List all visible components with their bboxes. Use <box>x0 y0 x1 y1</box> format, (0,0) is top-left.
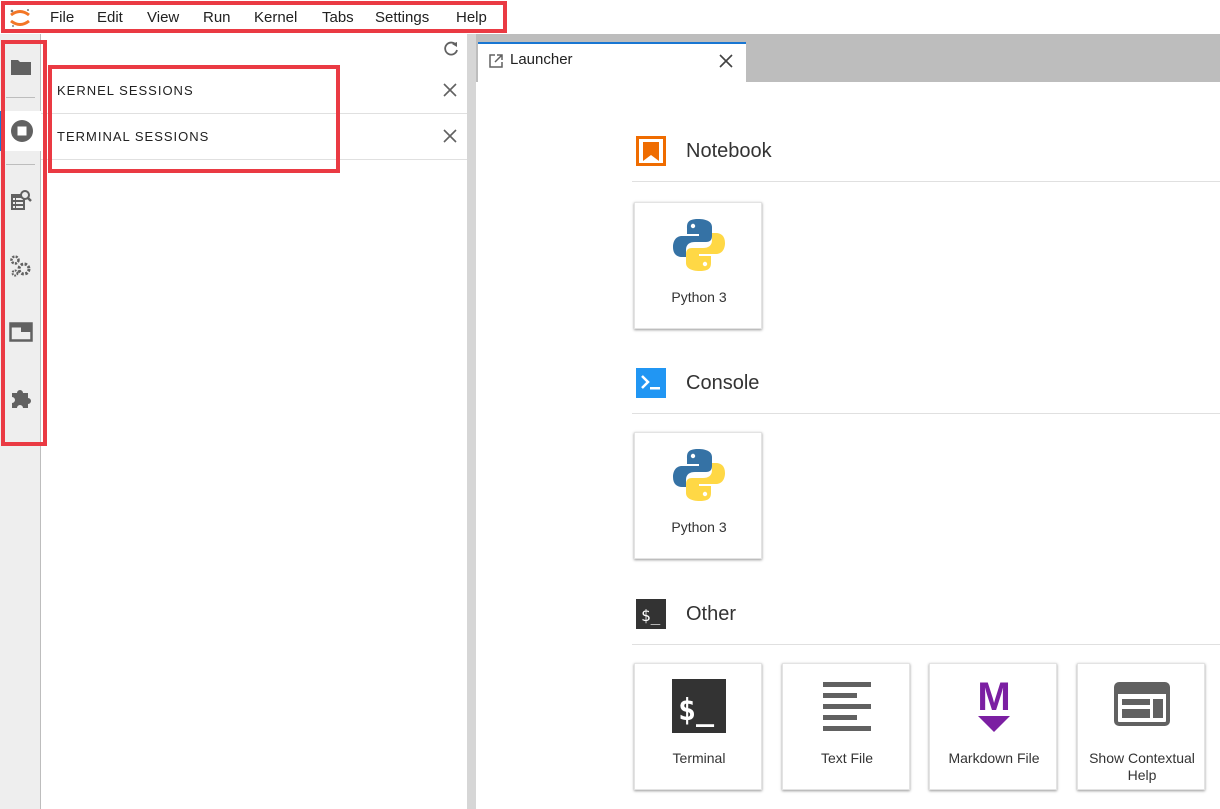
terminal-sessions-section[interactable]: TERMINAL SESSIONS <box>41 114 468 160</box>
activity-extension-manager[interactable] <box>0 378 41 418</box>
text-file-card[interactable]: Text File <box>782 663 910 790</box>
card-label: Python 3 <box>671 519 727 535</box>
notebook-section-header: Notebook <box>632 132 1220 182</box>
terminal-icon: $_ <box>672 679 726 733</box>
menu-file[interactable]: File <box>50 9 74 27</box>
notebook-python3-card[interactable]: Python 3 <box>634 202 762 329</box>
left-activity-bar <box>0 34 41 809</box>
commands-icon <box>9 255 30 277</box>
activity-file-browser[interactable] <box>0 47 41 87</box>
contextual-help-card[interactable]: Show Contextual Help <box>1077 663 1205 790</box>
menu-view[interactable]: View <box>147 9 179 27</box>
other-section-header: $_ Other <box>632 595 1220 645</box>
python-logo-icon <box>673 449 725 501</box>
console-icon <box>636 368 666 398</box>
python-logo-icon <box>673 219 725 271</box>
console-section-title: Console <box>686 372 760 394</box>
contextual-help-icon <box>1114 682 1170 726</box>
menu-tabs[interactable]: Tabs <box>322 9 354 27</box>
activity-running-sessions[interactable] <box>0 111 41 151</box>
close-icon[interactable] <box>442 128 458 144</box>
markdown-icon: M <box>977 676 1011 732</box>
menu-bar: File Edit View Run Kernel Tabs Settings … <box>0 0 1220 34</box>
menu-kernel[interactable]: Kernel <box>254 9 297 27</box>
notebook-icon <box>636 136 666 166</box>
launch-icon <box>489 54 503 68</box>
menu-run[interactable]: Run <box>203 9 231 27</box>
tab-bar: Launcher <box>476 34 1220 82</box>
terminal-icon: $_ <box>636 599 666 629</box>
close-icon[interactable] <box>718 53 734 69</box>
running-sessions-icon <box>10 120 33 142</box>
panel-splitter[interactable] <box>467 34 476 809</box>
tab-label: Launcher <box>510 51 573 68</box>
terminal-sessions-title: TERMINAL SESSIONS <box>57 129 210 144</box>
menu-help[interactable]: Help <box>456 9 487 27</box>
card-label: Python 3 <box>671 289 727 305</box>
menu-settings[interactable]: Settings <box>375 9 429 27</box>
extension-icon <box>11 390 31 408</box>
running-sessions-panel: KERNEL SESSIONS TERMINAL SESSIONS <box>41 34 468 809</box>
activity-commands[interactable] <box>0 246 41 286</box>
card-label: Show Contextual Help <box>1089 750 1195 783</box>
folder-icon <box>10 60 31 75</box>
markdown-file-card[interactable]: M Markdown File <box>929 663 1057 790</box>
activity-tabs[interactable] <box>0 312 41 352</box>
console-section-header: Console <box>632 364 1220 414</box>
text-file-icon <box>823 682 871 731</box>
console-python3-card[interactable]: Python 3 <box>634 432 762 559</box>
property-inspector-icon <box>10 190 32 210</box>
kernel-sessions-title: KERNEL SESSIONS <box>57 83 194 98</box>
kernel-sessions-section[interactable]: KERNEL SESSIONS <box>41 68 468 114</box>
card-label: Terminal <box>672 750 726 766</box>
terminal-card[interactable]: $_ Terminal <box>634 663 762 790</box>
svg-text:M: M <box>977 676 1010 719</box>
card-label: Markdown File <box>948 750 1040 766</box>
tabs-icon <box>8 322 33 342</box>
activity-property-inspector[interactable] <box>0 180 41 220</box>
card-label: Text File <box>820 750 874 766</box>
notebook-section-title: Notebook <box>686 140 772 162</box>
tab-launcher[interactable]: Launcher <box>478 42 746 82</box>
jupyter-logo-icon[interactable] <box>8 6 32 30</box>
svg-text:$_: $_ <box>641 606 661 625</box>
refresh-icon[interactable] <box>442 40 460 58</box>
other-section-title: Other <box>686 603 737 625</box>
close-icon[interactable] <box>442 82 458 98</box>
launcher-panel: Notebook Python 3 Console Python 3 $_ Ot… <box>476 82 1220 809</box>
main-dock-area: Launcher Notebook Python 3 Console Pytho… <box>476 34 1220 809</box>
menu-edit[interactable]: Edit <box>97 9 123 27</box>
svg-text:$_: $_ <box>678 693 715 728</box>
